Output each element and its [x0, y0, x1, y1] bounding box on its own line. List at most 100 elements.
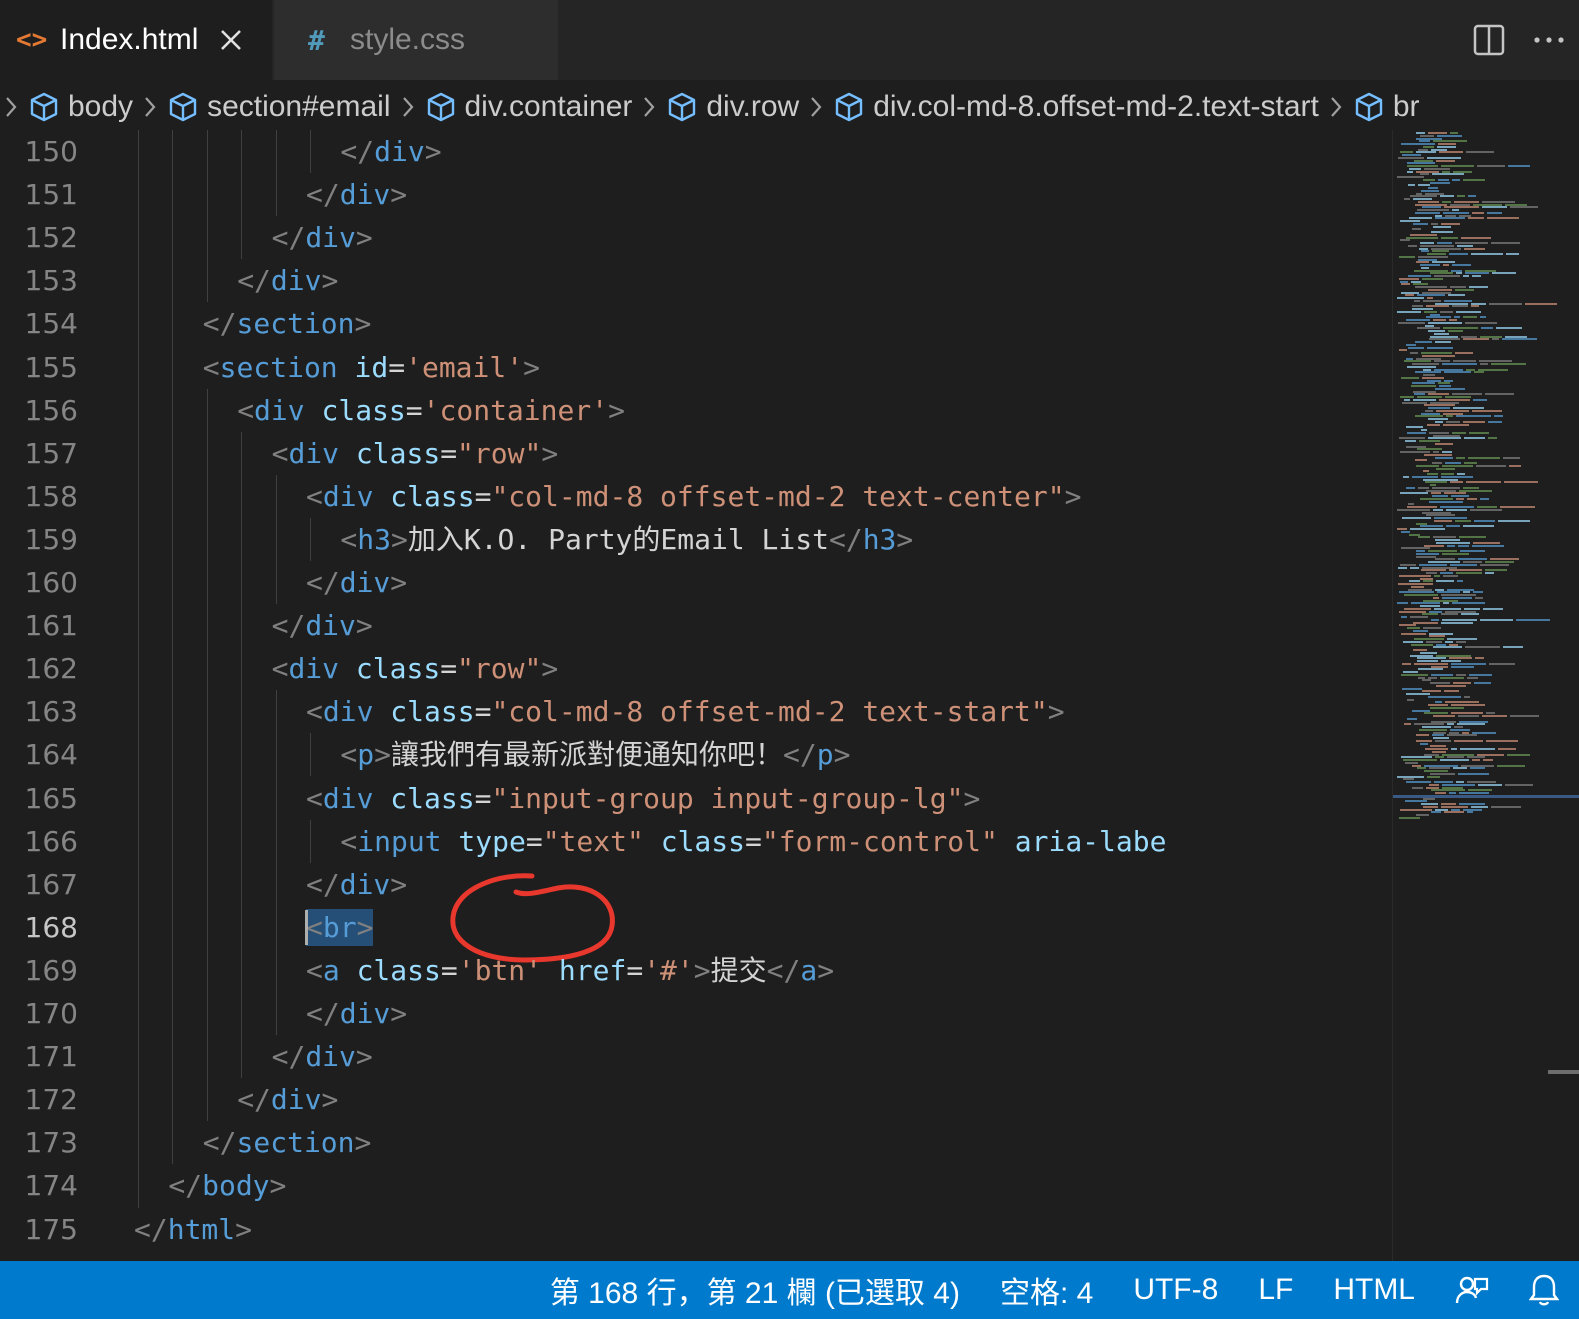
minimap-line [1401, 632, 1426, 635]
breadcrumb-item[interactable]: body [28, 90, 133, 124]
minimap-line [1477, 506, 1497, 508]
code-line[interactable]: 158 <div class="col-md-8 offset-md-2 text… [0, 475, 1392, 518]
minimap-line [1456, 781, 1464, 783]
code-editor[interactable]: 150 </div> 151 </div> 152 </div> 153 </div> 154 <… [0, 130, 1392, 1261]
code-line[interactable]: 151 </div> [0, 173, 1392, 216]
token-str: "row" [457, 652, 542, 686]
minimap-line [1417, 209, 1449, 211]
minimap-line [1456, 456, 1465, 459]
minimap-line [1448, 330, 1463, 332]
minimap-line [1399, 437, 1425, 440]
code-line[interactable]: 157 <div class="row"> [0, 432, 1392, 475]
breadcrumb-item[interactable]: div.col-md-8.offset-md-2.text-start [833, 90, 1319, 124]
code-line[interactable]: 150 </div> [0, 130, 1392, 173]
minimap-line [1441, 236, 1458, 239]
minimap-line [1404, 723, 1411, 726]
more-actions-icon[interactable] [1519, 0, 1579, 80]
split-editor-icon[interactable] [1459, 0, 1519, 80]
minimap-line [1455, 519, 1471, 522]
minimap-line [1443, 574, 1458, 577]
minimap-line [1491, 242, 1520, 244]
minimap-line [1414, 638, 1444, 640]
minimap-line [1452, 305, 1468, 308]
code-line[interactable]: 153 </div> [0, 259, 1392, 302]
code-line[interactable]: 163 <div class="col-md-8 offset-md-2 text… [0, 690, 1392, 733]
minimap-line [1492, 338, 1499, 341]
code-line[interactable]: 164 <p>讓我們有最新派對便通知你吧！</p> [0, 733, 1392, 776]
line-number: 172 [24, 1083, 78, 1117]
minimap-line [1441, 165, 1474, 167]
encoding[interactable]: UTF-8 [1113, 1261, 1238, 1319]
minimap-line [1400, 492, 1428, 495]
code-line[interactable]: 169 <a class='btn' href='#'>提交</a> [0, 949, 1392, 992]
code-line[interactable]: 154 </section> [0, 302, 1392, 345]
breadcrumb-item[interactable]: div.row [666, 90, 799, 124]
feedback-icon[interactable] [1435, 1261, 1509, 1319]
minimap[interactable] [1392, 130, 1579, 1261]
end-of-line[interactable]: LF [1238, 1261, 1313, 1319]
token-attr: href [558, 953, 627, 987]
minimap-line [1440, 572, 1453, 574]
minimap-line [1510, 206, 1538, 209]
code-line[interactable]: 156 <div class='container'> [0, 389, 1392, 432]
code-line[interactable]: 159 <h3>加入K.O. Party的Email List</h3> [0, 518, 1392, 561]
minimap-line [1482, 206, 1507, 209]
code-line[interactable]: 167 </div> [0, 863, 1392, 906]
language-mode[interactable]: HTML [1313, 1261, 1435, 1319]
indentation[interactable]: 空格: 4 [980, 1261, 1113, 1319]
code-line[interactable]: 173 </section> [0, 1121, 1392, 1164]
code-line[interactable]: 171 </div> [0, 1035, 1392, 1078]
code-line[interactable]: 160 </div> [0, 561, 1392, 604]
minimap-line [1471, 302, 1486, 305]
minimap-line [1436, 159, 1455, 162]
code-line[interactable]: 170 </div> [0, 992, 1392, 1035]
minimap-line [1436, 409, 1469, 412]
minimap-line [1405, 440, 1416, 442]
minimap-line [1430, 682, 1450, 684]
code-line[interactable]: 152 </div> [0, 216, 1392, 259]
scrollbar-thumb[interactable] [1548, 1070, 1579, 1074]
minimap-line [1447, 734, 1477, 737]
minimap-line [1410, 616, 1428, 618]
tab-index-html[interactable]: <> Index.html [0, 0, 272, 80]
minimap-line [1398, 583, 1433, 585]
minimap-line [1416, 555, 1436, 558]
code-line[interactable]: 174 </body> [0, 1164, 1392, 1207]
breadcrumb-item[interactable]: div.container [425, 90, 632, 124]
minimap-line [1506, 253, 1519, 255]
code-text: <h3>加入K.O. Party的Email List</h3> [340, 518, 913, 561]
minimap-line [1449, 657, 1472, 660]
code-line[interactable]: 155 <section id='email'> [0, 346, 1392, 389]
minimap-line [1516, 618, 1550, 621]
token-attr: class [355, 652, 441, 686]
minimap-line [1411, 280, 1421, 283]
code-line[interactable]: 165 <div class="input-group input-group-l… [0, 777, 1392, 820]
code-line[interactable]: 175 </html> [0, 1208, 1392, 1251]
minimap-line [1407, 170, 1413, 173]
notifications-bell-icon[interactable] [1509, 1261, 1579, 1319]
breadcrumb-label: div.row [706, 90, 800, 123]
code-line[interactable]: 172 </div> [0, 1078, 1392, 1121]
minimap-line [1419, 563, 1447, 566]
minimap-line [1406, 693, 1430, 695]
code-line[interactable]: 162 <div class="row"> [0, 647, 1392, 690]
minimap-line [1406, 343, 1416, 346]
minimap-line [1440, 195, 1454, 198]
minimap-line [1426, 305, 1449, 308]
minimap-line [1447, 723, 1454, 726]
minimap-line [1456, 415, 1491, 418]
token-punc: > [523, 350, 540, 384]
cursor-position[interactable]: 第 168 行，第 21 欄 (已選取 4) [530, 1261, 980, 1319]
code-line[interactable]: 161 </div> [0, 604, 1392, 647]
breadcrumb-item[interactable]: section#email [167, 90, 391, 124]
minimap-viewport-indicator[interactable] [1393, 795, 1579, 798]
close-icon[interactable] [218, 27, 244, 53]
breadcrumb-item[interactable]: br [1353, 90, 1420, 124]
token-attr: class [321, 393, 406, 427]
tab-style-css[interactable]: # style.css [274, 0, 558, 80]
minimap-line [1414, 662, 1448, 665]
code-line[interactable]: 166 <input type="text" class="form-contro… [0, 820, 1392, 863]
code-line[interactable]: 168 <br> [0, 906, 1392, 949]
minimap-line [1451, 808, 1460, 811]
minimap-line [1432, 750, 1446, 753]
